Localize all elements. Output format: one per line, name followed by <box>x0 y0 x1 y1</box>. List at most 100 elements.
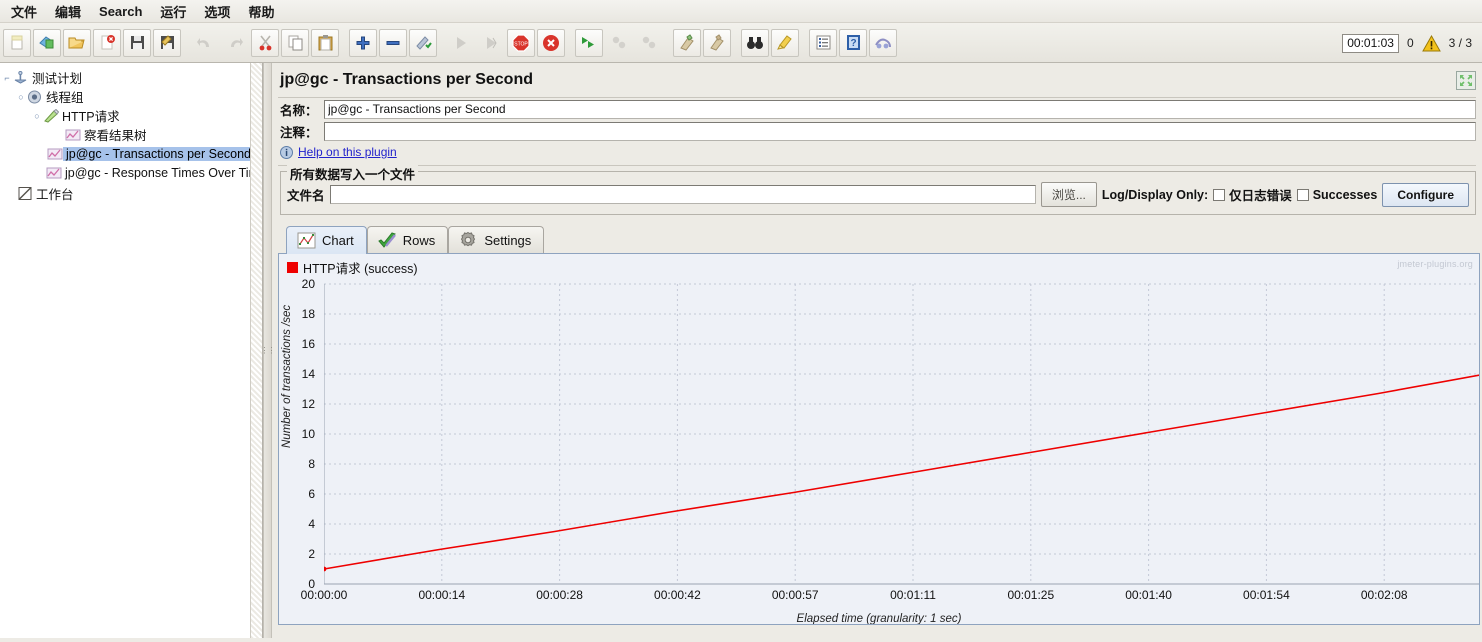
help-row: Help on this plugin <box>272 142 1482 163</box>
help-button[interactable]: ? <box>839 28 867 57</box>
test-plan-tree-panel: ⌐ 测试计划 ○ 线程组 ○ HTTP请求 察看结果树 jp@gc - Tran… <box>0 63 263 638</box>
tree-node-label: 察看结果树 <box>84 129 147 143</box>
tps-listener-icon <box>46 146 63 162</box>
tree-node-http-request[interactable]: ○ HTTP请求 <box>0 106 262 125</box>
expander-icon[interactable]: ⌐ <box>2 73 12 83</box>
start-no-pauses-button[interactable] <box>477 29 505 57</box>
warning-icon <box>1421 34 1441 52</box>
split-divider[interactable]: ⋮⋮ <box>261 63 276 638</box>
tree-node-view-results-tree[interactable]: 察看结果树 <box>0 125 262 144</box>
menu-edit[interactable]: 编辑 <box>46 0 90 23</box>
about-button[interactable] <box>869 28 897 57</box>
clear-button[interactable] <box>673 28 701 57</box>
expand-fullscreen-icon[interactable] <box>1456 71 1476 90</box>
menu-search[interactable]: Search <box>90 2 151 21</box>
info-icon <box>280 145 293 159</box>
remote-shutdown-all-button[interactable] <box>635 29 663 57</box>
shutdown-button[interactable] <box>537 28 565 57</box>
tab-settings[interactable]: Settings <box>448 226 545 254</box>
tree-node-test-plan[interactable]: ⌐ 测试计划 <box>0 68 262 87</box>
y-tick-label: 14 <box>301 367 315 381</box>
group-title: 所有数据写入一个文件 <box>287 164 419 183</box>
reset-search-button[interactable] <box>771 28 799 57</box>
help-divider <box>278 165 1476 166</box>
browse-button[interactable]: 浏览... <box>1040 182 1097 207</box>
new-button[interactable] <box>3 28 31 57</box>
filename-input[interactable] <box>329 185 1036 204</box>
expand-all-button[interactable] <box>349 28 377 57</box>
y-tick-label: 2 <box>308 547 315 561</box>
comment-field-row: 注释： <box>272 120 1482 142</box>
rt-listener-icon <box>46 165 62 181</box>
menu-help[interactable]: 帮助 <box>239 0 283 23</box>
undo-button[interactable] <box>191 29 219 57</box>
redo-button[interactable] <box>221 29 249 57</box>
watermark-text: jmeter-plugins.org <box>1397 259 1473 269</box>
tree-node-label: 线程组 <box>46 91 84 105</box>
successes-checkbox[interactable]: Successes <box>1296 188 1377 202</box>
y-tick-label: 18 <box>301 307 315 321</box>
remote-start-all-button[interactable] <box>575 28 603 57</box>
tree-scrollbar[interactable] <box>250 63 262 638</box>
configure-button[interactable]: Configure <box>1382 182 1469 207</box>
x-axis-label: Elapsed time (granularity: 1 sec) <box>796 613 962 625</box>
test-plan-tree[interactable]: ⌐ 测试计划 ○ 线程组 ○ HTTP请求 察看结果树 jp@gc - Tran… <box>0 63 262 203</box>
tab-rows[interactable]: Rows <box>366 226 449 254</box>
gear-icon <box>458 231 478 249</box>
tab-label: Settings <box>484 232 532 248</box>
menu-options[interactable]: 选项 <box>195 0 239 23</box>
y-tick-label: 6 <box>308 487 315 501</box>
toolbar-status: 00:01:03 0 3 / 3 <box>1342 23 1476 63</box>
listener-panel: jp@gc - Transactions per Second 名称： 注释： … <box>272 63 1482 638</box>
y-tick-label: 20 <box>301 277 315 291</box>
open-button[interactable] <box>63 28 91 57</box>
y-tick-label: 4 <box>308 517 315 531</box>
toggle-button[interactable] <box>409 28 437 57</box>
log-display-only-label: Log/Display Only: <box>1101 187 1209 202</box>
remote-stop-all-button[interactable] <box>605 29 633 57</box>
checkbox-box[interactable] <box>1213 188 1226 201</box>
legend-label: HTTP请求 (success) <box>303 262 418 276</box>
search-button[interactable] <box>741 28 769 57</box>
templates-button[interactable] <box>33 28 61 57</box>
expander-icon[interactable]: ○ <box>16 92 26 102</box>
menu-run[interactable]: 运行 <box>151 0 195 23</box>
checkbox-box[interactable] <box>1296 188 1309 201</box>
tree-node-label: jp@gc - Response Times Over Tim <box>65 165 259 180</box>
tree-node-thread-group[interactable]: ○ 线程组 <box>0 87 262 106</box>
collapse-all-button[interactable] <box>379 28 407 57</box>
y-tick-label: 16 <box>301 337 315 351</box>
tree-node-rt-listener[interactable]: jp@gc - Response Times Over Tim <box>0 163 262 182</box>
errors-only-checkbox[interactable]: 仅日志错误 <box>1213 185 1292 204</box>
menu-file[interactable]: 文件 <box>2 0 46 23</box>
tab-chart[interactable]: Chart <box>286 226 367 254</box>
thread-count: 3 / 3 <box>1448 36 1472 50</box>
stop-button[interactable]: STOP <box>507 28 535 57</box>
main-split: ⌐ 测试计划 ○ 线程组 ○ HTTP请求 察看结果树 jp@gc - Tran… <box>0 63 1482 638</box>
toolbar: STOP ? 00:01:03 0 3 / 3 <box>0 23 1482 63</box>
close-button[interactable] <box>93 28 121 57</box>
save-button[interactable] <box>123 28 151 57</box>
paste-button[interactable] <box>311 28 339 57</box>
tree-node-label: 测试计划 <box>32 72 83 86</box>
tree-node-workbench[interactable]: 工作台 <box>0 184 262 203</box>
expander-icon[interactable]: ○ <box>32 111 42 121</box>
http-request-icon <box>42 108 59 124</box>
clear-all-button[interactable] <box>703 28 731 57</box>
svg-text:?: ? <box>850 38 856 49</box>
chart-canvas[interactable]: Number of transactions /sec Elapsed time… <box>279 276 1479 624</box>
comment-input[interactable] <box>324 121 1476 141</box>
function-helper-button[interactable] <box>809 28 837 57</box>
help-on-plugin-link[interactable]: Help on this plugin <box>298 145 397 159</box>
name-field-row: 名称： <box>272 98 1482 120</box>
save-as-button[interactable] <box>153 28 181 57</box>
name-input[interactable] <box>324 99 1476 119</box>
tree-node-tps-listener[interactable]: jp@gc - Transactions per Second <box>0 144 262 163</box>
copy-button[interactable] <box>281 28 309 57</box>
write-all-data-group: 所有数据写入一个文件 文件名 浏览... Log/Display Only: 仅… <box>280 164 1476 215</box>
tab-label: Rows <box>402 232 436 248</box>
cut-button[interactable] <box>251 28 279 57</box>
legend-color-swatch <box>287 262 298 273</box>
start-button[interactable] <box>447 29 475 57</box>
chart-legend: HTTP请求 (success) <box>279 254 1479 277</box>
